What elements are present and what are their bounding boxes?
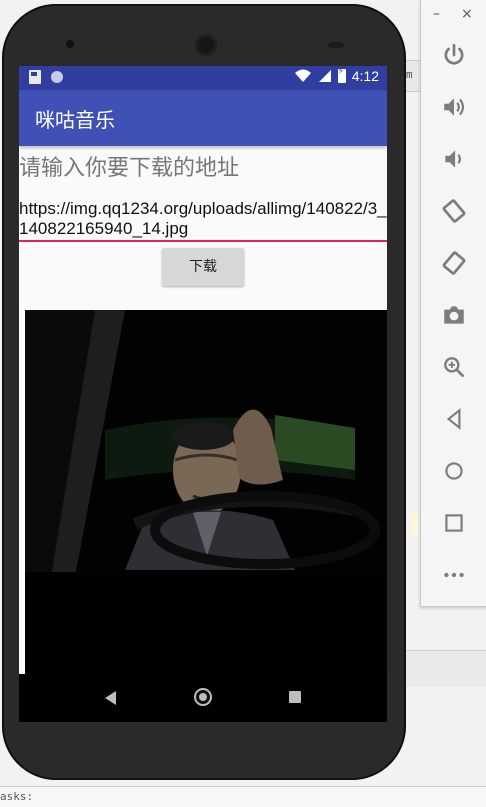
emulator-control-panel: – × — [420, 0, 486, 607]
back-icon[interactable] — [105, 691, 116, 705]
proximity-sensor — [328, 42, 344, 48]
zoom-icon — [444, 357, 465, 378]
more-button[interactable] — [439, 560, 469, 590]
back-button[interactable] — [439, 404, 469, 434]
camera-icon — [444, 306, 464, 324]
volume-up-button[interactable] — [439, 92, 469, 122]
back-icon — [446, 408, 461, 430]
status-time: 4:12 — [351, 68, 379, 84]
navigation-bar — [19, 674, 387, 722]
close-button[interactable]: × — [461, 6, 473, 22]
app-title: 咪咕音乐 — [35, 108, 115, 132]
sd-card-icon — [29, 70, 41, 84]
ide-status-bar: asks: — [0, 786, 486, 807]
overview-button[interactable] — [439, 508, 469, 538]
home-icon[interactable] — [194, 688, 212, 706]
url-input[interactable]: https://img.qq1234.org/uploads/allimg/14… — [19, 199, 387, 239]
movie-still-image — [25, 310, 387, 674]
earpiece-speaker — [195, 34, 217, 56]
url-hint-label: 请输入你要下载的地址 — [19, 156, 240, 181]
rotate-right-icon — [442, 251, 466, 275]
recent-apps-icon[interactable] — [289, 691, 301, 703]
ide-text-fragment: asks: — [0, 790, 34, 803]
volume-up-icon — [444, 98, 465, 116]
status-bar: x 4:12 — [19, 66, 387, 90]
ide-highlight — [410, 514, 418, 536]
home-icon — [445, 462, 463, 480]
download-button[interactable]: 下载 — [162, 248, 244, 286]
svg-text:x: x — [305, 77, 309, 83]
url-input-underline — [19, 240, 387, 242]
home-button[interactable] — [439, 456, 469, 486]
rotate-left-icon — [442, 199, 466, 223]
screenshot-button[interactable] — [439, 300, 469, 330]
volume-down-button[interactable] — [439, 144, 469, 174]
power-icon — [444, 43, 464, 65]
zoom-button[interactable] — [439, 352, 469, 382]
app-bar: 咪咕音乐 — [19, 90, 387, 146]
volume-down-icon — [445, 150, 462, 168]
ide-panel-strip — [400, 650, 486, 687]
device-screen: x 4:12 咪咕音乐 请输入你要下载的地址 https://img.qq123… — [19, 66, 387, 722]
rotate-left-button[interactable] — [439, 196, 469, 226]
more-icon — [444, 572, 464, 578]
wifi-icon: x — [294, 69, 311, 83]
front-camera — [66, 40, 74, 48]
battery-charging-icon — [337, 67, 346, 83]
minimize-button[interactable]: – — [433, 6, 440, 22]
power-button[interactable] — [439, 40, 469, 70]
circle-notification-icon — [51, 71, 63, 83]
rotate-right-button[interactable] — [439, 248, 469, 278]
signal-icon — [318, 70, 331, 82]
downloaded-image — [23, 310, 387, 674]
ide-text-fragment: m — [406, 68, 413, 81]
overview-icon — [445, 514, 463, 532]
